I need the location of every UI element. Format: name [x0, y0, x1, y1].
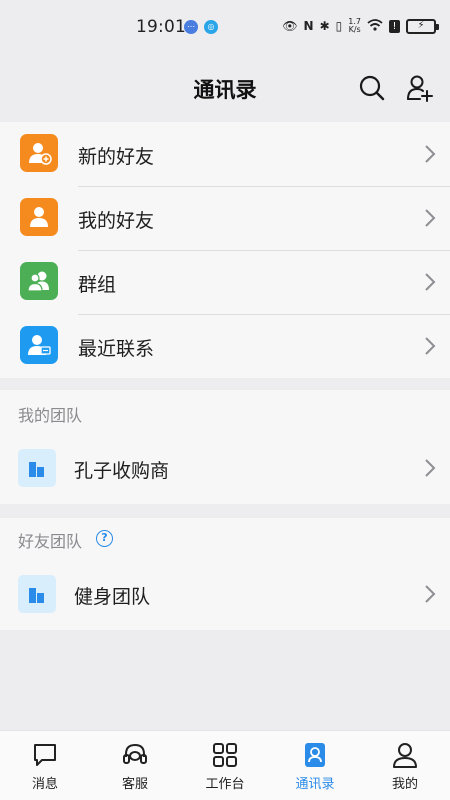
- notification-app-icon: ⋯: [184, 20, 198, 34]
- bluetooth-icon: ✱: [319, 19, 330, 33]
- tab-label: 通讯录: [295, 777, 335, 792]
- add-friend-icon: [20, 134, 58, 172]
- profile-icon: [393, 743, 417, 768]
- chevron-right-icon: [425, 337, 436, 355]
- menu-item-label: 新的好友: [78, 146, 155, 168]
- tab-label: 消息: [31, 777, 58, 792]
- tab-me[interactable]: 我的: [360, 731, 450, 800]
- menu-item-groups[interactable]: 群组: [0, 250, 450, 314]
- menu-item-label: 我的好友: [78, 210, 155, 232]
- bottom-tab-bar: 消息 客服 工作台 通讯录 我的: [0, 730, 450, 800]
- section-title: 我的团队: [18, 406, 83, 425]
- net-speed: 1.7 K/s: [348, 17, 361, 34]
- tab-label: 工作台: [205, 777, 245, 792]
- menu-item-my-friends[interactable]: 我的好友: [0, 186, 450, 250]
- section-title: 好友团队: [18, 532, 83, 551]
- friend-icon: [20, 198, 58, 236]
- friend-team-section: 好友团队 ? 健身团队: [0, 518, 450, 630]
- tab-label: 客服: [121, 777, 148, 792]
- chevron-right-icon: [425, 145, 436, 163]
- help-icon[interactable]: ?: [96, 530, 113, 547]
- tab-customer-service[interactable]: 客服: [90, 731, 180, 800]
- team-item-label: 孔子收购商: [74, 460, 170, 482]
- add-contact-icon[interactable]: [406, 74, 434, 102]
- vibrate-icon: ▯: [335, 19, 343, 33]
- battery-icon: ⚡: [406, 18, 439, 34]
- contacts-menu: 新的好友 我的好友 群组 最近联系: [0, 122, 450, 378]
- chevron-right-icon: [425, 209, 436, 227]
- search-icon[interactable]: [358, 74, 386, 102]
- team-item-kongzi[interactable]: 孔子收购商: [0, 436, 450, 500]
- tab-workbench[interactable]: 工作台: [180, 731, 270, 800]
- menu-item-label: 最近联系: [78, 338, 155, 360]
- my-team-section: 我的团队 孔子收购商: [0, 390, 450, 504]
- team-item-fitness[interactable]: 健身团队: [0, 562, 450, 626]
- notification-search-icon: ◎: [204, 20, 218, 34]
- headset-icon: [123, 743, 147, 764]
- eye-icon: 👁: [282, 19, 298, 33]
- contacts-icon: [305, 743, 325, 767]
- team-item-label: 健身团队: [74, 586, 151, 608]
- tab-label: 我的: [391, 777, 418, 792]
- wifi-icon: [367, 18, 383, 35]
- status-bar: 19:01 ⋯ ◎ 👁 N ✱ ▯ 1.7 K/s ! ⚡: [0, 0, 450, 52]
- menu-item-recent-contacts[interactable]: 最近联系: [0, 314, 450, 378]
- chevron-right-icon: [425, 459, 436, 477]
- status-time: 19:01: [136, 17, 186, 37]
- grid-icon: [213, 743, 237, 767]
- menu-item-new-friends[interactable]: 新的好友: [0, 122, 450, 186]
- message-icon: [34, 744, 56, 766]
- recent-contact-icon: [20, 326, 58, 364]
- group-icon: [20, 262, 58, 300]
- tab-contacts[interactable]: 通讯录: [270, 731, 360, 800]
- alert-icon: !: [389, 19, 400, 33]
- tab-messages[interactable]: 消息: [0, 731, 90, 800]
- menu-item-label: 群组: [78, 274, 117, 296]
- chevron-right-icon: [425, 585, 436, 603]
- nfc-icon: N: [303, 19, 314, 33]
- status-icons: 👁 N ✱ ▯ 1.7 K/s ! ⚡: [282, 16, 439, 36]
- chevron-right-icon: [425, 273, 436, 291]
- header: 通讯录: [0, 52, 450, 122]
- team-building-icon: [18, 575, 56, 613]
- team-building-icon: [18, 449, 56, 487]
